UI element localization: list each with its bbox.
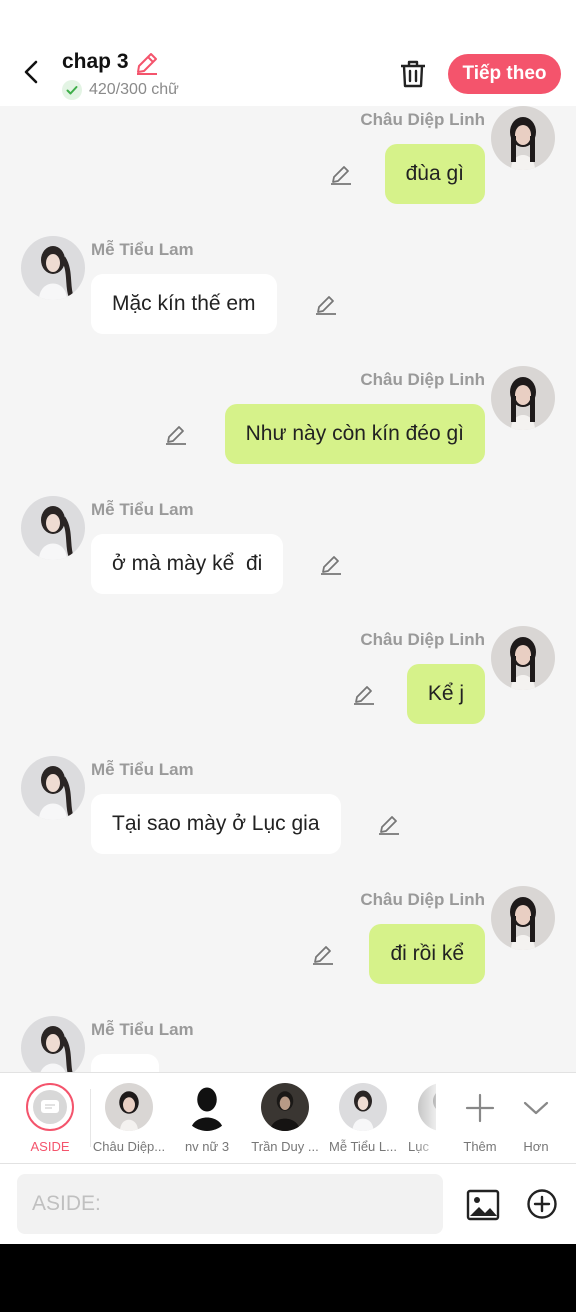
pencil-icon[interactable] bbox=[377, 812, 401, 836]
sender-name: Châu Diệp Linh bbox=[360, 630, 485, 649]
sender-name: Châu Diệp Linh bbox=[360, 110, 485, 129]
sender-name: Mễ Tiểu Lam bbox=[91, 500, 194, 519]
message-bubble[interactable]: Kể j bbox=[406, 664, 485, 724]
more-label: Hơn bbox=[523, 1139, 549, 1154]
character-item[interactable]: nv nữ 3 bbox=[172, 1083, 242, 1159]
message-row: Mễ Tiểu Lam bbox=[0, 1010, 576, 1072]
aside-label: ASIDE bbox=[30, 1139, 70, 1154]
plus-icon bbox=[465, 1093, 495, 1123]
character-item[interactable]: Châu Diệp... bbox=[93, 1083, 165, 1159]
more-button[interactable]: Hơn bbox=[512, 1083, 560, 1155]
avatar[interactable] bbox=[21, 236, 85, 300]
avatar[interactable] bbox=[21, 1016, 85, 1072]
character-name: nv nữ 3 bbox=[184, 1139, 230, 1154]
avatar[interactable] bbox=[491, 106, 555, 170]
avatar bbox=[183, 1083, 231, 1131]
avatar bbox=[261, 1083, 309, 1131]
app-screen: chap 3 420/300 chữ Tiếp theo Châu Diệp L… bbox=[0, 0, 576, 1244]
pencil-icon[interactable] bbox=[311, 942, 335, 966]
message-bubble[interactable]: Tại sao mày ở Lục gia bbox=[91, 794, 341, 854]
check-icon bbox=[62, 80, 82, 100]
sender-name: Mễ Tiểu Lam bbox=[91, 240, 194, 259]
pencil-icon[interactable] bbox=[164, 422, 188, 446]
word-count: 420/300 chữ bbox=[89, 81, 179, 98]
chat-area[interactable]: Châu Diệp Linh đùa gì Mễ Tiểu Lam Mặc kí… bbox=[0, 106, 576, 1072]
sender-name: Mễ Tiểu Lam bbox=[91, 760, 194, 779]
avatar[interactable] bbox=[491, 366, 555, 430]
avatar[interactable] bbox=[491, 626, 555, 690]
editor-header: chap 3 420/300 chữ Tiếp theo bbox=[0, 0, 576, 106]
message-bubble[interactable]: đùa gì bbox=[384, 144, 485, 204]
back-arrow-icon[interactable] bbox=[16, 56, 48, 88]
character-item[interactable]: Trần Duy ... bbox=[250, 1083, 320, 1159]
message-bubble[interactable]: ở mà mày kể đi bbox=[91, 534, 284, 594]
aside-button[interactable] bbox=[26, 1083, 74, 1131]
character-selector: ASIDE Châu Diệp... nv nữ 3 Trần Duy ... … bbox=[0, 1072, 576, 1164]
trash-icon[interactable] bbox=[398, 58, 428, 90]
character-name: Châu Diệp... bbox=[92, 1139, 166, 1154]
pencil-icon[interactable] bbox=[314, 292, 338, 316]
composer-bar bbox=[0, 1164, 576, 1244]
sender-name: Châu Diệp Linh bbox=[360, 370, 485, 389]
message-bubble[interactable]: Như này còn kín đéo gì bbox=[224, 404, 485, 464]
message-bubble[interactable]: đi rồi kể bbox=[369, 924, 485, 984]
chapter-title: chap 3 bbox=[62, 50, 129, 73]
chevron-down-icon bbox=[523, 1101, 549, 1115]
message-input[interactable] bbox=[17, 1174, 443, 1234]
message-bubble[interactable]: Mặc kín thế em bbox=[91, 274, 277, 334]
add-circle-icon[interactable] bbox=[526, 1188, 558, 1220]
next-button[interactable]: Tiếp theo bbox=[448, 54, 561, 94]
avatar[interactable] bbox=[491, 886, 555, 950]
character-name: Trần Duy ... bbox=[251, 1139, 319, 1154]
add-label: Thêm bbox=[463, 1139, 497, 1154]
add-character-button[interactable]: Thêm bbox=[456, 1083, 504, 1155]
image-icon[interactable] bbox=[466, 1188, 500, 1222]
scroll-fade bbox=[414, 1073, 444, 1163]
pencil-icon[interactable] bbox=[319, 552, 343, 576]
message-bubble[interactable] bbox=[91, 1054, 159, 1072]
chat-bubble-icon bbox=[33, 1090, 67, 1124]
character-name: Mễ Tiểu L... bbox=[329, 1139, 397, 1154]
sender-name: Mễ Tiểu Lam bbox=[91, 1020, 194, 1039]
avatar bbox=[339, 1083, 387, 1131]
avatar bbox=[105, 1083, 153, 1131]
character-item[interactable]: Mễ Tiểu L... bbox=[328, 1083, 398, 1159]
pencil-icon[interactable] bbox=[352, 682, 376, 706]
sender-name: Châu Diệp Linh bbox=[360, 890, 485, 909]
avatar[interactable] bbox=[21, 756, 85, 820]
pencil-icon[interactable] bbox=[134, 50, 160, 76]
avatar[interactable] bbox=[21, 496, 85, 560]
pencil-icon[interactable] bbox=[329, 162, 353, 186]
